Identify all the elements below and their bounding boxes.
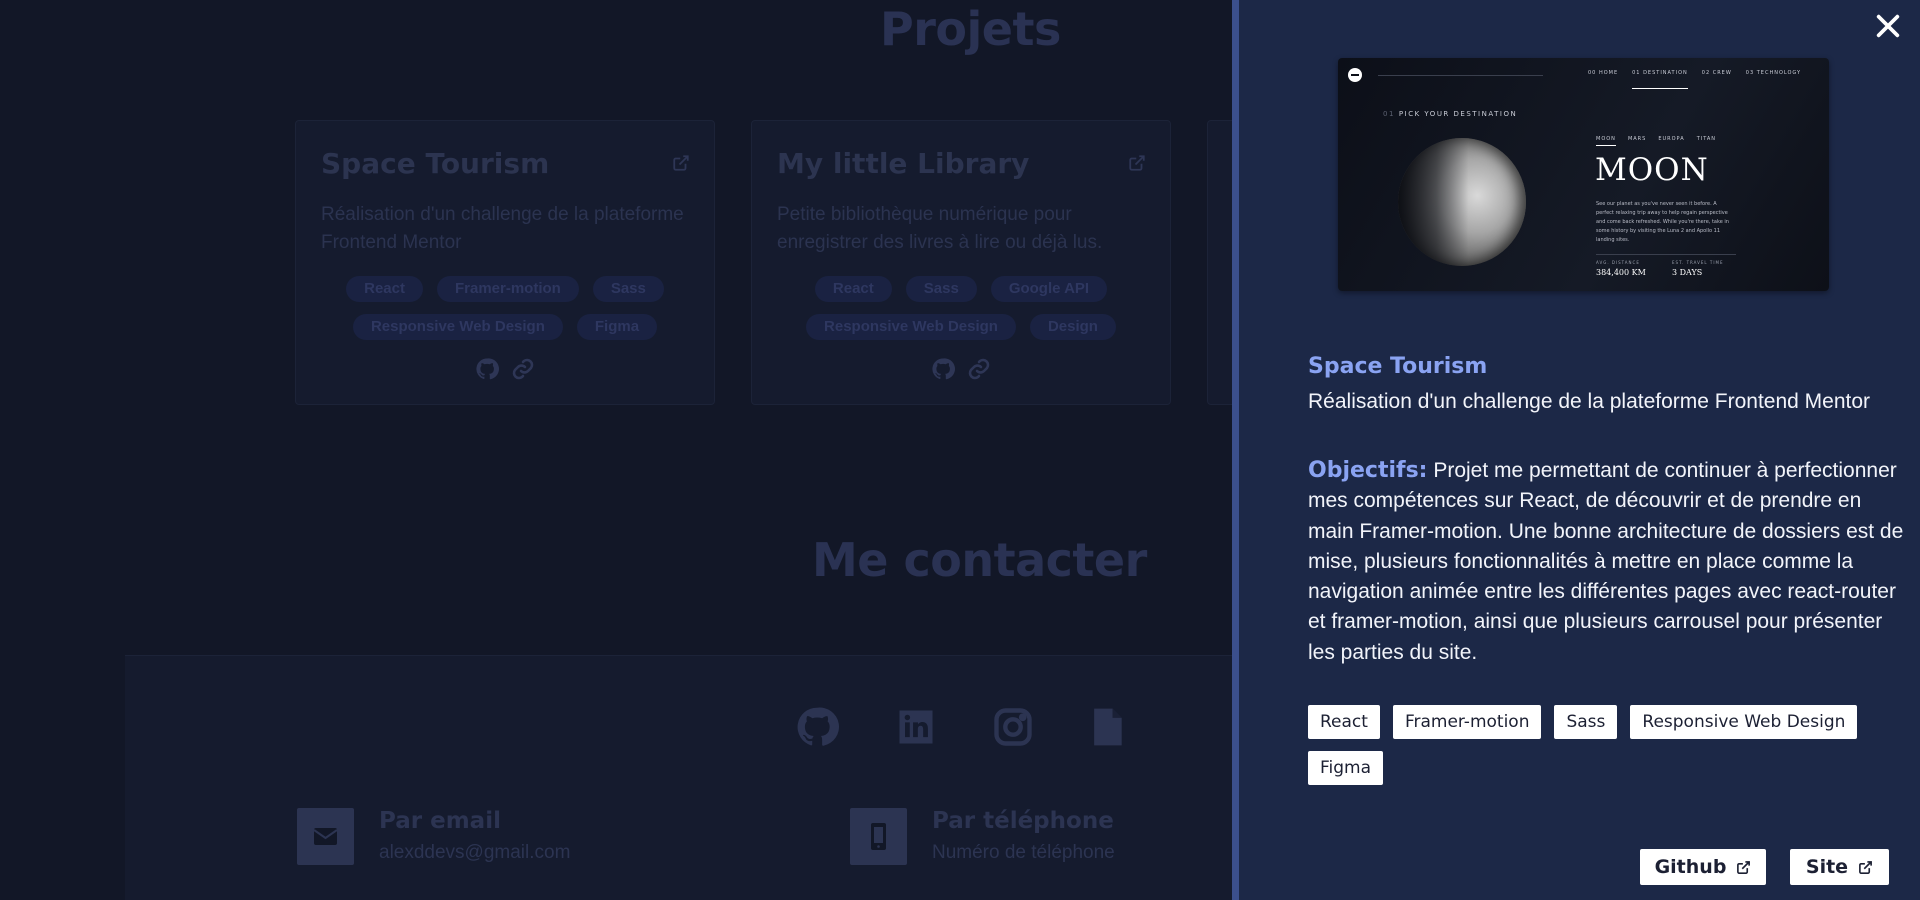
drawer-tag: Framer-motion — [1392, 705, 1542, 739]
envelope-icon — [297, 808, 354, 865]
drawer-tag: Responsive Web Design — [1630, 705, 1858, 739]
preview-tab: EUROPA — [1658, 136, 1685, 142]
project-card-space-tourism[interactable]: Space Tourism Réalisation d'un challenge… — [295, 120, 715, 405]
project-card-my-little-library[interactable]: My little Library Petite bibliothèque nu… — [751, 120, 1171, 405]
preview-stat-value: 384,400 KM — [1596, 268, 1646, 277]
github-button-label: Github — [1654, 856, 1727, 878]
preview-pick-text: PICK YOUR DESTINATION — [1398, 110, 1518, 118]
instagram-icon[interactable] — [991, 705, 1035, 749]
card-tags: React Framer-motion Sass Responsive Web … — [311, 276, 699, 340]
projects-section-title: Projets — [880, 2, 1061, 56]
contact-section-title: Me contacter — [812, 533, 1147, 587]
card-links — [296, 357, 714, 381]
card-tag: Sass — [905, 276, 977, 302]
preview-tabs: MOON MARS EUROPA TITAN — [1596, 136, 1716, 146]
card-tag: Responsive Web Design — [806, 314, 1016, 340]
preview-nav-item: 03 TECHNOLOGY — [1745, 70, 1802, 76]
github-icon[interactable] — [795, 705, 839, 749]
preview-stat-label: EST. TRAVEL TIME — [1672, 260, 1724, 265]
github-icon[interactable] — [931, 357, 955, 381]
preview-divider — [1378, 75, 1543, 76]
card-tag: React — [346, 276, 423, 302]
github-icon[interactable] — [475, 357, 499, 381]
site-button-label: Site — [1805, 856, 1849, 878]
card-title: Space Tourism — [321, 147, 550, 180]
contact-email-label: Par email — [379, 808, 501, 834]
card-tag: Sass — [592, 276, 664, 302]
drawer-tag: React — [1308, 705, 1380, 739]
preview-separator — [1596, 254, 1736, 255]
card-tag: Google API — [990, 276, 1108, 302]
site-button[interactable]: Site — [1790, 849, 1889, 885]
preview-heading: MOON — [1595, 152, 1709, 188]
preview-stat-distance: AVG. DISTANCE 384,400 KM — [1596, 260, 1646, 277]
external-link-icon[interactable] — [672, 154, 690, 172]
card-title: My little Library — [777, 147, 1030, 180]
card-tag: React — [814, 276, 892, 302]
preview-tab: TITAN — [1696, 136, 1717, 142]
drawer-tag: Sass — [1554, 705, 1618, 739]
github-button[interactable]: Github — [1640, 849, 1766, 885]
card-links — [752, 357, 1170, 381]
preview-tab: MOON — [1596, 136, 1616, 146]
preview-stat-value: 3 DAYS — [1672, 268, 1703, 277]
external-link-icon[interactable] — [1128, 154, 1146, 172]
preview-description: See our planet as you've never seen it b… — [1596, 201, 1729, 243]
external-link-icon — [1737, 860, 1751, 874]
preview-stat-travel: EST. TRAVEL TIME 3 DAYS — [1672, 260, 1723, 277]
logo-icon — [1348, 68, 1362, 82]
close-icon[interactable] — [1874, 12, 1902, 40]
preview-tab: MARS — [1627, 136, 1647, 142]
drawer-tags: React Framer-motion Sass Responsive Web … — [1308, 705, 1868, 785]
card-tag: Responsive Web Design — [352, 314, 563, 340]
card-tags: React Sass Google API Responsive Web Des… — [767, 276, 1155, 340]
contact-phone-value: Numéro de téléphone — [932, 842, 1115, 863]
drawer-tag: Figma — [1308, 751, 1384, 785]
card-tag: Design — [1029, 314, 1116, 340]
moon-image — [1398, 138, 1526, 266]
drawer-project-subtitle: Réalisation d'un challenge de la platefo… — [1308, 390, 1871, 413]
preview-nav-item: 00 HOME — [1588, 70, 1619, 76]
preview-nav-item: 02 CREW — [1701, 70, 1732, 76]
preview-stat-label: AVG. DISTANCE — [1596, 260, 1640, 265]
preview-pick-heading: 01 PICK YOUR DESTINATION — [1383, 110, 1517, 118]
linkedin-icon[interactable] — [894, 705, 938, 749]
external-link-icon — [1859, 860, 1873, 874]
link-icon[interactable] — [967, 357, 991, 381]
contact-phone-label: Par téléphone — [932, 808, 1114, 834]
link-icon[interactable] — [511, 357, 535, 381]
card-description: Réalisation d'un challenge de la platefo… — [321, 204, 684, 253]
project-detail-drawer: 00 HOME 01 DESTINATION 02 CREW 03 TECHNO… — [1232, 0, 1920, 900]
drawer-objectives: Objectifs: Projet me permettant de conti… — [1308, 456, 1908, 668]
document-icon[interactable] — [1085, 705, 1129, 749]
preview-nav-item: 01 DESTINATION — [1632, 70, 1688, 89]
drawer-project-title: Space Tourism — [1308, 354, 1488, 379]
preview-nav: 00 HOME 01 DESTINATION 02 CREW 03 TECHNO… — [1588, 70, 1801, 89]
card-tag: Figma — [576, 314, 658, 340]
preview-pick-number: 01 — [1383, 110, 1395, 118]
objectives-text: Projet me permettant de continuer à perf… — [1308, 459, 1904, 664]
card-tag: Framer-motion — [436, 276, 579, 302]
objectives-label: Objectifs: — [1308, 458, 1428, 483]
contact-email-value[interactable]: alexddevs@gmail.com — [379, 842, 570, 864]
card-description: Petite bibliothèque numérique pour enreg… — [777, 204, 1103, 253]
phone-icon — [850, 808, 907, 865]
project-preview-image: 00 HOME 01 DESTINATION 02 CREW 03 TECHNO… — [1338, 58, 1829, 291]
